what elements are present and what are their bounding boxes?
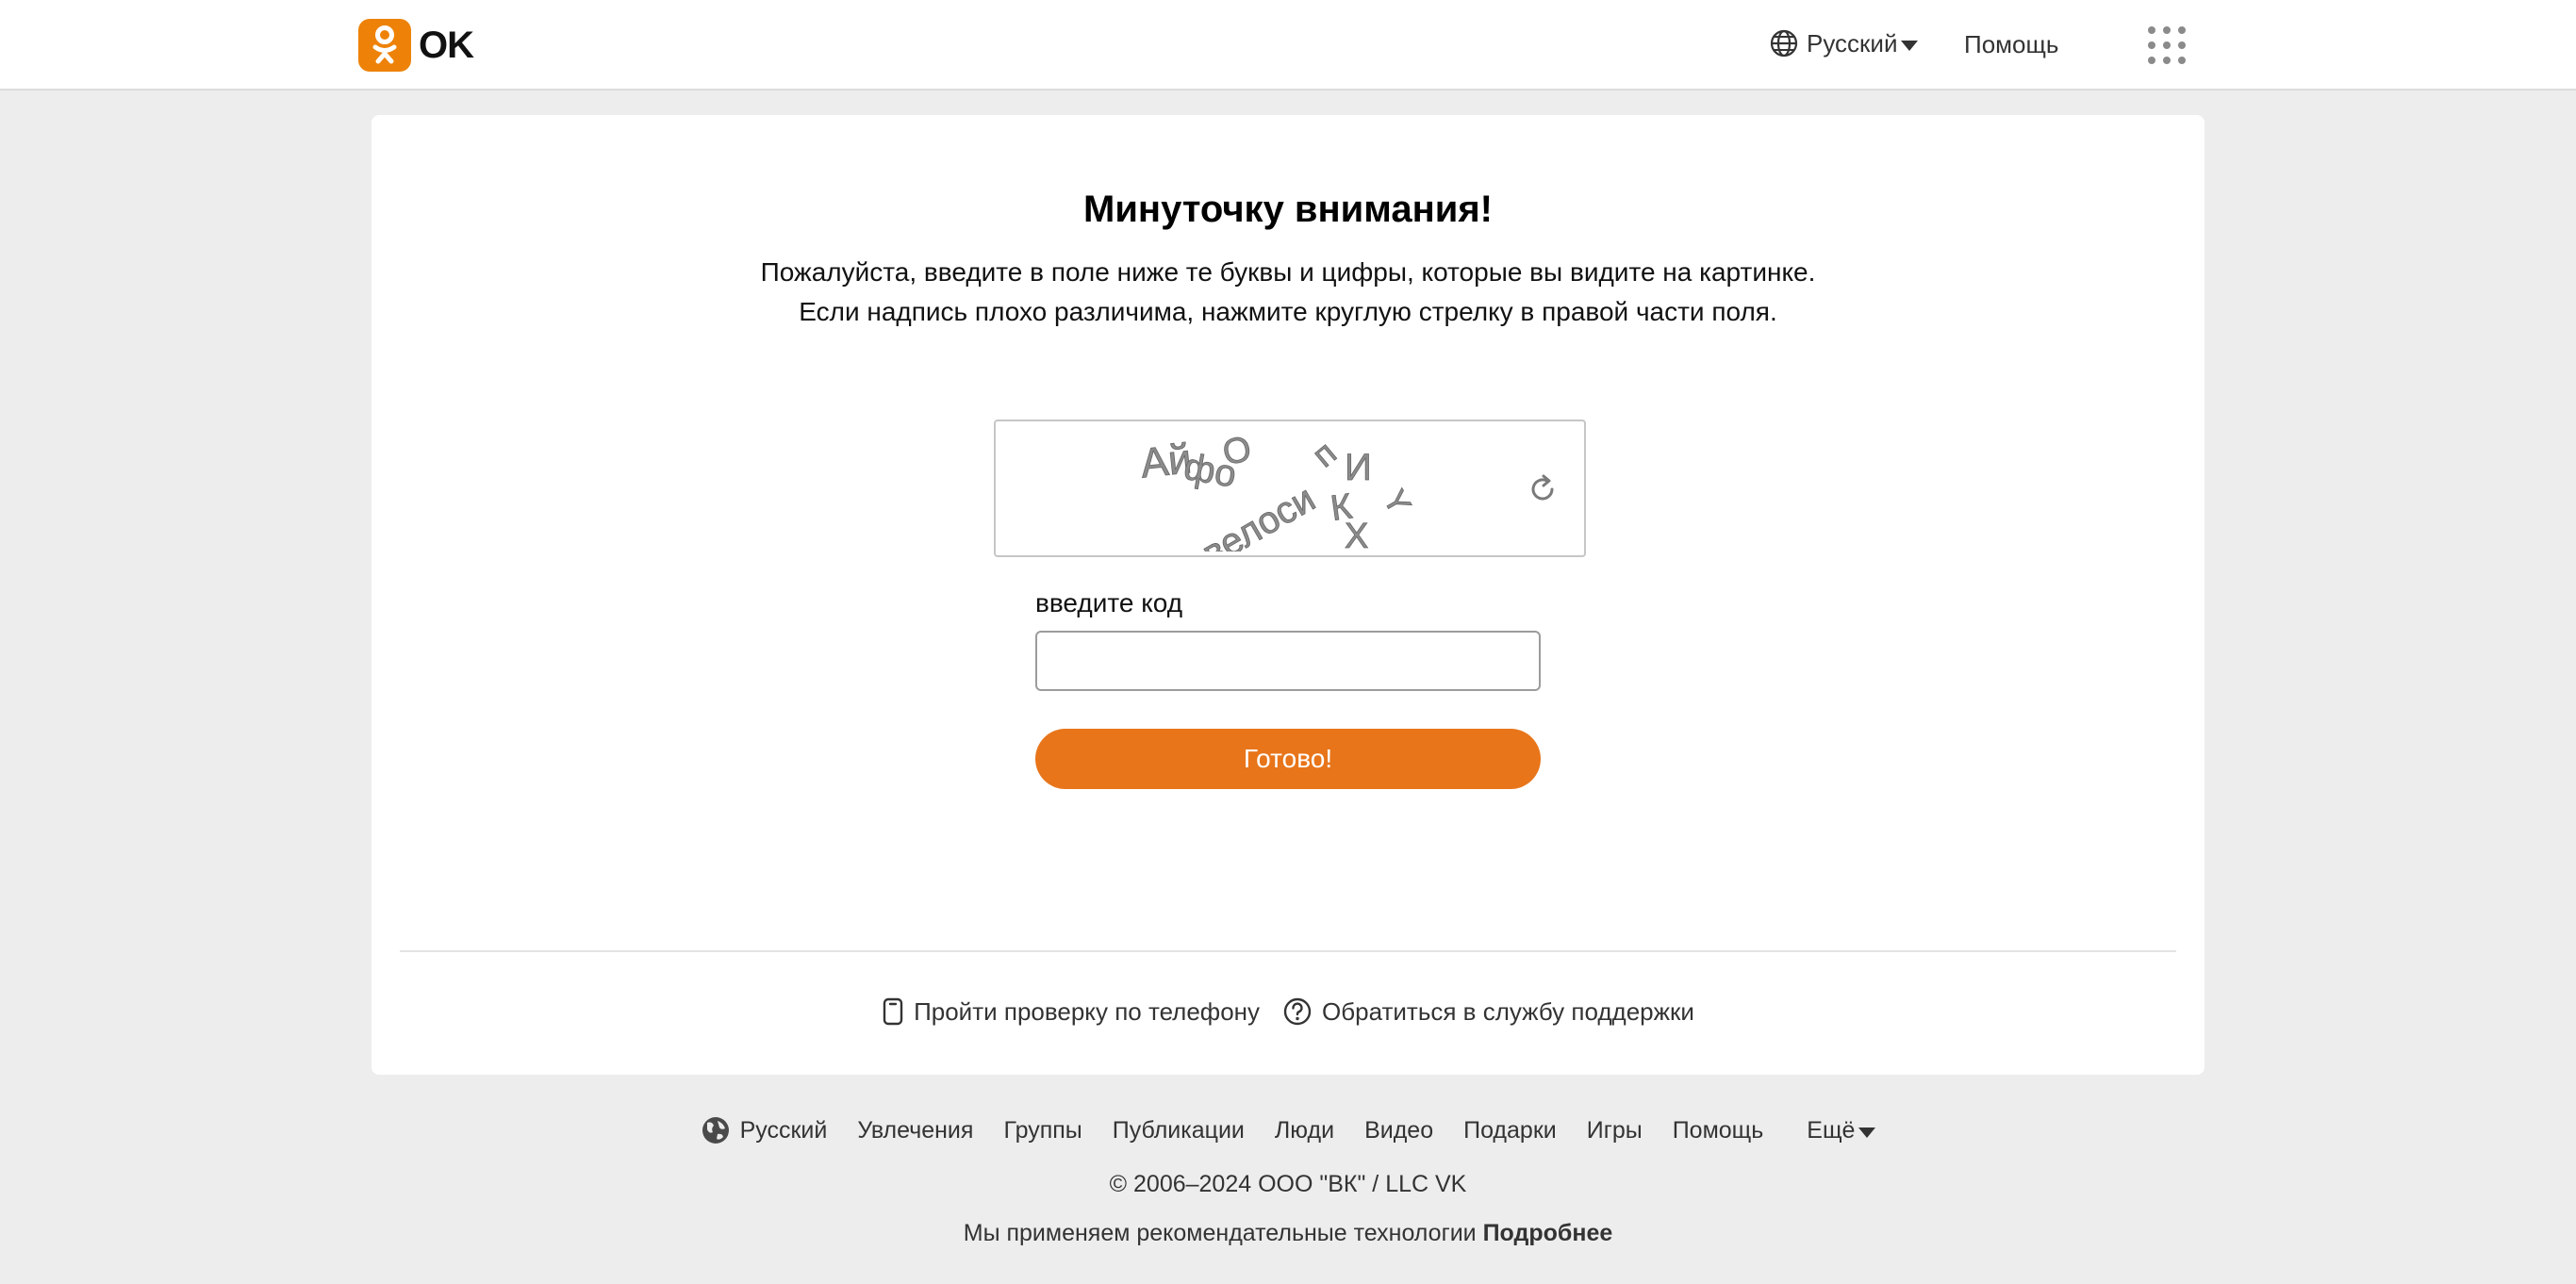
code-input-label: введите код (1035, 588, 1183, 617)
page-title: Минуточку внимания! (1083, 189, 1493, 230)
footer-link-gifts[interactable]: Подарки (1463, 1117, 1557, 1144)
chevron-down-icon (1858, 1127, 1876, 1138)
help-link[interactable]: Помощь (1964, 30, 2058, 59)
captcha-char: п (1305, 433, 1344, 474)
captcha-card: Минуточку внимания! Пожалуйста, введите … (372, 115, 2204, 1075)
footer-language-label: Русский (739, 1116, 828, 1144)
ok-logo-icon (358, 19, 411, 72)
apps-grid-icon[interactable] (2148, 26, 2186, 64)
question-circle-icon (1283, 997, 1312, 1026)
footer-link-groups[interactable]: Группы (1003, 1117, 1082, 1144)
footer-more-button[interactable]: Ещё (1807, 1116, 1876, 1144)
footer-nav: Русский Увлечения Группы Публикации Люди… (0, 1115, 2576, 1145)
cookie-notice: Мы применяем рекомендательные технологии… (0, 1220, 2576, 1247)
phone-icon (883, 997, 903, 1026)
footer-link-hobbies[interactable]: Увлечения (857, 1117, 973, 1144)
language-switcher[interactable]: Русский (1769, 28, 1919, 58)
submit-button[interactable]: Готово! (1035, 729, 1541, 789)
footer-link-games[interactable]: Игры (1587, 1117, 1643, 1144)
footer-link-video[interactable]: Видео (1364, 1117, 1433, 1144)
footer-link-publications[interactable]: Публикации (1113, 1117, 1245, 1144)
globe-icon (1770, 29, 1798, 58)
copyright: © 2006–2024 ООО "ВК" / LLC VK (1109, 1171, 1467, 1197)
captcha-image: Ай фо О велоси п И К Х Y (1138, 429, 1418, 551)
logo-text: OK (419, 24, 474, 66)
globe-icon (702, 1117, 729, 1144)
captcha-char: Y (1376, 484, 1417, 520)
ok-logo[interactable]: OK (358, 19, 474, 72)
captcha-code-input[interactable] (1035, 631, 1541, 691)
cookie-text: Мы применяем рекомендательные технологии (963, 1220, 1477, 1246)
phone-check-link[interactable]: Пройти проверку по телефону (882, 996, 1260, 1027)
support-link[interactable]: Обратиться в службу поддержки (1282, 996, 1694, 1027)
phone-check-label: Пройти проверку по телефону (914, 996, 1261, 1026)
captcha-image-box: Ай фо О велоси п И К Х Y (994, 420, 1586, 557)
divider (400, 950, 2176, 952)
captcha-char: И (1345, 447, 1372, 488)
captcha-instructions: Пожалуйста, введите в поле ниже те буквы… (760, 257, 1816, 326)
chevron-down-icon (1901, 40, 1919, 51)
footer-link-people[interactable]: Люди (1275, 1117, 1334, 1144)
top-bar: OK Русский Помощь (0, 0, 2576, 91)
footer-language[interactable]: Русский (701, 1115, 828, 1145)
footer-link-help[interactable]: Помощь (1673, 1117, 1764, 1144)
footer-more-label: Ещё (1807, 1116, 1856, 1144)
language-label: Русский (1807, 28, 1898, 58)
alternative-actions: Пройти проверку по телефону Обратиться в… (372, 996, 2204, 1027)
refresh-icon[interactable] (1526, 472, 1560, 506)
support-label: Обратиться в службу поддержки (1322, 996, 1694, 1026)
cookie-more-link[interactable]: Подробнее (1483, 1220, 1613, 1246)
captcha-char: Х (1345, 517, 1368, 551)
